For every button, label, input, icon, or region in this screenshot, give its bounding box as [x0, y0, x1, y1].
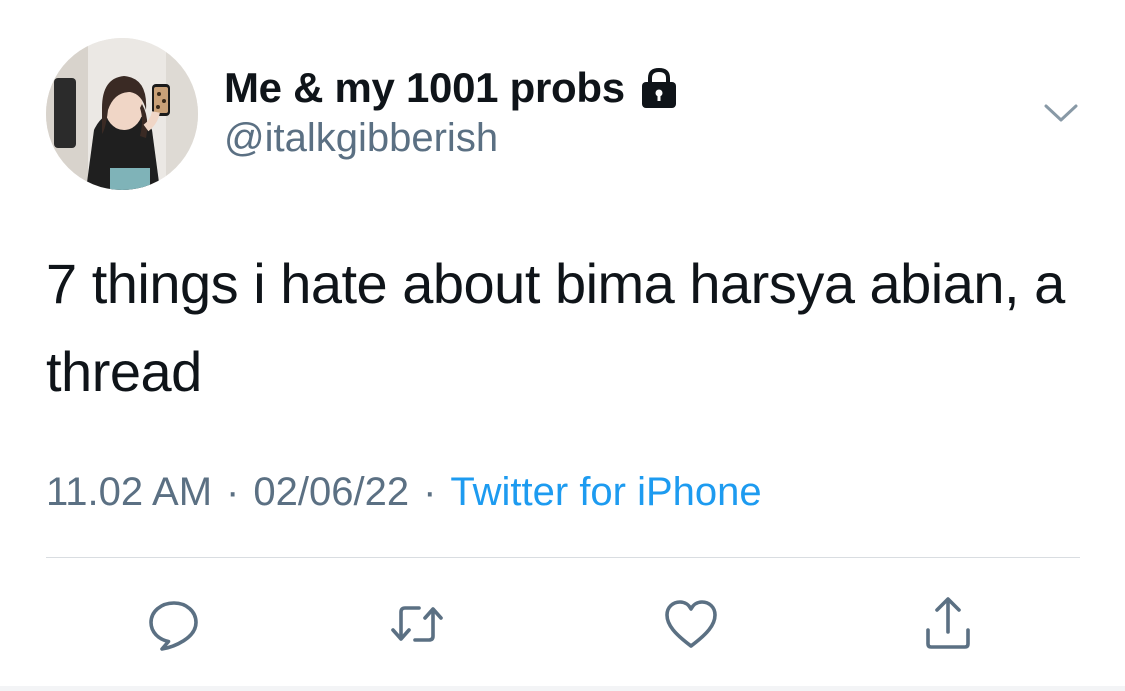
user-handle[interactable]: @italkgibberish [224, 116, 498, 161]
retweet-icon [391, 606, 443, 642]
name-row: Me & my 1001 probs [224, 62, 681, 114]
meta-separator: · [226, 470, 240, 514]
meta-separator: · [423, 470, 437, 514]
chevron-down-icon[interactable] [1040, 92, 1082, 134]
share-icon [926, 597, 970, 649]
tweet-date: 02/06/22 [253, 470, 410, 514]
bottom-border [0, 686, 1125, 691]
heart-icon [665, 600, 717, 648]
tweet-text: 7 things i hate about bima harsya abian,… [46, 252, 1065, 403]
divider [46, 557, 1080, 558]
reply-button[interactable] [144, 594, 204, 654]
avatar-photo [46, 38, 198, 190]
tweet-card: Me & my 1001 probs @italkgibberish 7 thi… [0, 0, 1125, 691]
share-button[interactable] [918, 594, 978, 654]
avatar[interactable] [46, 38, 198, 190]
reply-icon [149, 601, 198, 651]
display-name[interactable]: Me & my 1001 probs [224, 64, 625, 112]
like-button[interactable] [661, 594, 721, 654]
tweet-time: 11.02 AM [46, 470, 213, 514]
tweet-meta: 11.02 AM · 02/06/22 · Twitter for iPhone [46, 470, 762, 515]
tweet-source-link[interactable]: Twitter for iPhone [450, 470, 761, 515]
retweet-button[interactable] [387, 594, 447, 654]
lock-icon [637, 66, 681, 110]
